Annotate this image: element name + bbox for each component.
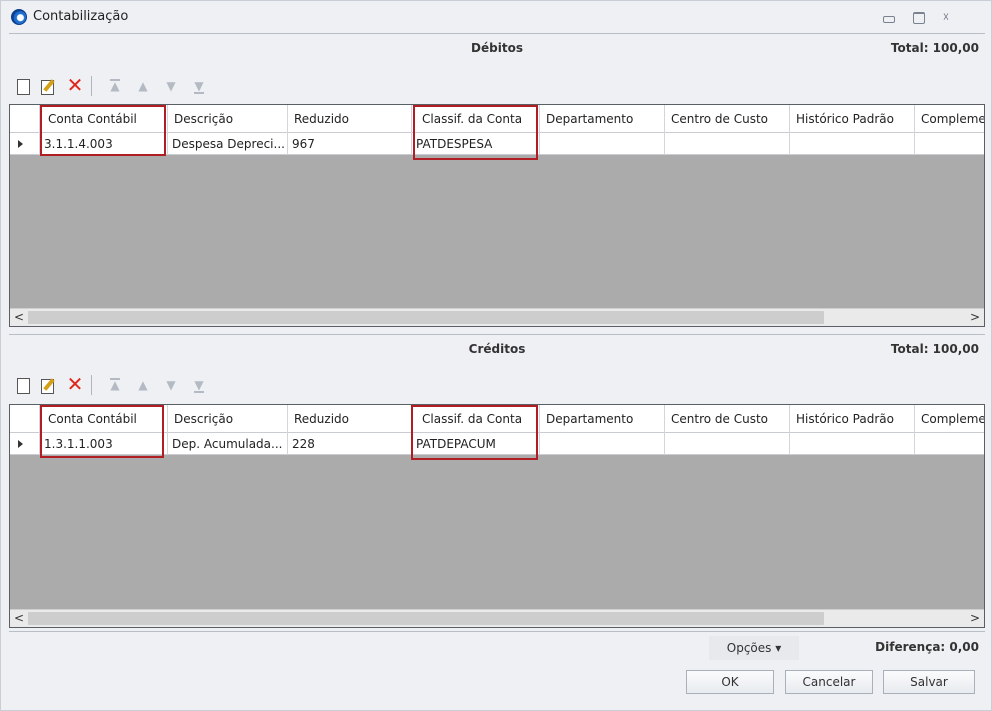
move-down-icon[interactable]: ▼ bbox=[161, 374, 181, 396]
row-indicator-icon bbox=[10, 433, 40, 455]
scroll-left-icon[interactable]: < bbox=[10, 309, 28, 326]
row-indicator-header bbox=[10, 105, 40, 133]
title-bar: Contabilização ☓ bbox=[1, 1, 991, 33]
col-historico-padrao[interactable]: Histórico Padrão bbox=[790, 105, 915, 133]
col-centro-custo[interactable]: Centro de Custo bbox=[665, 405, 790, 433]
cell-descricao[interactable]: Despesa Depreci... bbox=[168, 133, 288, 155]
move-down-icon[interactable]: ▼ bbox=[161, 75, 181, 97]
opcoes-dropdown[interactable]: Opções ▾ bbox=[709, 636, 799, 660]
cell-centro-custo[interactable] bbox=[665, 433, 790, 455]
debitos-grid-header: Conta Contábil Descrição Reduzido Classi… bbox=[10, 105, 984, 133]
minimize-icon[interactable] bbox=[877, 7, 899, 27]
cell-reduzido[interactable]: 228 bbox=[288, 433, 412, 455]
cell-conta-contabil[interactable]: 1.3.1.1.003 bbox=[40, 433, 168, 455]
cell-centro-custo[interactable] bbox=[665, 133, 790, 155]
col-descricao[interactable]: Descrição bbox=[168, 405, 288, 433]
debitos-grid[interactable]: Conta Contábil Descrição Reduzido Classi… bbox=[9, 104, 985, 327]
row-indicator-icon bbox=[10, 133, 40, 155]
cancel-button[interactable]: Cancelar bbox=[785, 670, 873, 694]
footer: Opções ▾ Diferença: 0,00 OK Cancelar Sal… bbox=[9, 631, 985, 703]
cell-conta-contabil[interactable]: 3.1.1.4.003 bbox=[40, 133, 168, 155]
new-icon[interactable] bbox=[13, 75, 33, 97]
cell-complemento[interactable] bbox=[915, 433, 984, 455]
cell-historico-padrao[interactable] bbox=[790, 433, 915, 455]
creditos-grid-header: Conta Contábil Descrição Reduzido Classi… bbox=[10, 405, 984, 433]
col-classif-conta[interactable]: Classif. da Conta bbox=[412, 105, 540, 133]
col-departamento[interactable]: Departamento bbox=[540, 405, 665, 433]
delete-icon[interactable]: ✕ bbox=[65, 75, 85, 97]
creditos-title: Créditos bbox=[468, 342, 526, 356]
scroll-thumb[interactable] bbox=[28, 612, 824, 625]
cell-classif-conta[interactable]: PATDESPESA bbox=[412, 133, 540, 155]
col-conta-contabil[interactable]: Conta Contábil bbox=[40, 405, 168, 433]
app-logo-icon bbox=[11, 9, 27, 25]
close-icon[interactable]: ☓ bbox=[935, 7, 957, 27]
cell-historico-padrao[interactable] bbox=[790, 133, 915, 155]
col-reduzido[interactable]: Reduzido bbox=[288, 405, 412, 433]
cell-complemento[interactable] bbox=[915, 133, 984, 155]
move-first-icon[interactable]: ▲ bbox=[105, 374, 125, 396]
cell-reduzido[interactable]: 967 bbox=[288, 133, 412, 155]
delete-icon[interactable]: ✕ bbox=[65, 374, 85, 396]
scroll-right-icon[interactable]: > bbox=[966, 610, 984, 627]
cell-classif-conta[interactable]: PATDEPACUM bbox=[412, 433, 540, 455]
edit-icon[interactable] bbox=[37, 374, 57, 396]
col-departamento[interactable]: Departamento bbox=[540, 105, 665, 133]
move-last-icon[interactable]: ▼ bbox=[189, 75, 209, 97]
creditos-grid[interactable]: Conta Contábil Descrição Reduzido Classi… bbox=[9, 404, 985, 628]
move-last-icon[interactable]: ▼ bbox=[189, 374, 209, 396]
toolbar-separator bbox=[91, 375, 92, 395]
row-indicator-header bbox=[10, 405, 40, 433]
ok-button[interactable]: OK bbox=[686, 670, 774, 694]
save-button[interactable]: Salvar bbox=[883, 670, 975, 694]
creditos-total: Total: 100,00 bbox=[890, 342, 979, 356]
scroll-thumb[interactable] bbox=[28, 311, 824, 324]
cell-departamento[interactable] bbox=[540, 133, 665, 155]
horizontal-scrollbar[interactable]: < > bbox=[10, 308, 984, 326]
diferenca-label: Diferença: 0,00 bbox=[875, 640, 979, 654]
move-up-icon[interactable]: ▲ bbox=[133, 374, 153, 396]
edit-icon[interactable] bbox=[37, 75, 57, 97]
table-row[interactable]: 1.3.1.1.003 Dep. Acumulada... 228 PATDEP… bbox=[10, 433, 984, 455]
creditos-toolbar: ✕ ▲ ▲ ▼ ▼ bbox=[9, 370, 985, 400]
debitos-toolbar: ✕ ▲ ▲ ▼ ▼ bbox=[9, 71, 985, 101]
debitos-header: Débitos Total: 100,00 bbox=[9, 33, 985, 63]
col-historico-padrao[interactable]: Histórico Padrão bbox=[790, 405, 915, 433]
scroll-left-icon[interactable]: < bbox=[10, 610, 28, 627]
window-title: Contabilização bbox=[33, 9, 129, 24]
new-icon[interactable] bbox=[13, 374, 33, 396]
debitos-title: Débitos bbox=[471, 41, 523, 55]
move-up-icon[interactable]: ▲ bbox=[133, 75, 153, 97]
col-complemento[interactable]: Complemen bbox=[915, 105, 984, 133]
col-complemento[interactable]: Complemen bbox=[915, 405, 984, 433]
debitos-total: Total: 100,00 bbox=[890, 41, 979, 55]
cell-descricao[interactable]: Dep. Acumulada... bbox=[168, 433, 288, 455]
contabilizacao-window: Contabilização ☓ Débitos Total: 100,00 ✕… bbox=[0, 0, 992, 711]
col-conta-contabil[interactable]: Conta Contábil bbox=[40, 105, 168, 133]
move-first-icon[interactable]: ▲ bbox=[105, 75, 125, 97]
col-centro-custo[interactable]: Centro de Custo bbox=[665, 105, 790, 133]
cell-departamento[interactable] bbox=[540, 433, 665, 455]
scroll-right-icon[interactable]: > bbox=[966, 309, 984, 326]
toolbar-separator bbox=[91, 76, 92, 96]
creditos-header: Créditos Total: 100,00 bbox=[9, 334, 985, 364]
col-reduzido[interactable]: Reduzido bbox=[288, 105, 412, 133]
horizontal-scrollbar[interactable]: < > bbox=[10, 609, 984, 627]
col-classif-conta[interactable]: Classif. da Conta bbox=[412, 405, 540, 433]
table-row[interactable]: 3.1.1.4.003 Despesa Depreci... 967 PATDE… bbox=[10, 133, 984, 155]
maximize-icon[interactable] bbox=[907, 7, 929, 27]
col-descricao[interactable]: Descrição bbox=[168, 105, 288, 133]
